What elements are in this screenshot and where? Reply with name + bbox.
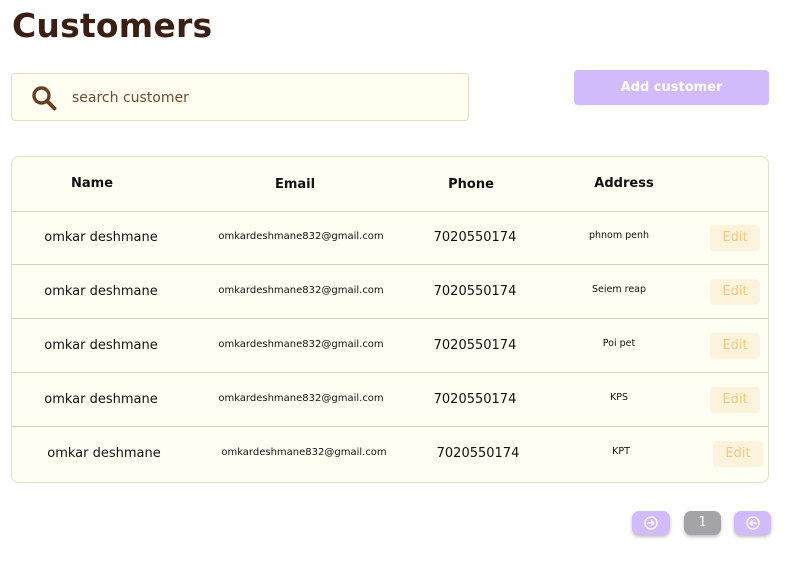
customer-address: phnom penh bbox=[588, 230, 650, 241]
customer-email: omkardeshmane832@gmail.com bbox=[221, 447, 387, 458]
pagination-prev-button[interactable] bbox=[734, 511, 771, 535]
customer-name: omkar deshmane bbox=[44, 284, 158, 299]
customer-email: omkardeshmane832@gmail.com bbox=[218, 339, 384, 350]
table-row: omkar deshmane omkardeshmane832@gmail.co… bbox=[12, 319, 768, 373]
column-header-name: Name bbox=[70, 176, 114, 191]
pagination-current-page[interactable]: 1 bbox=[684, 511, 721, 535]
table-header: Name Email Phone Address bbox=[12, 157, 768, 212]
search-box[interactable] bbox=[11, 73, 469, 121]
add-customer-button[interactable]: Add customer bbox=[574, 70, 769, 105]
customer-phone: 7020550174 bbox=[433, 392, 517, 407]
customers-table: Name Email Phone Address omkar deshmane … bbox=[11, 156, 769, 483]
page-title: Customers bbox=[12, 6, 213, 45]
table-row: omkar deshmane omkardeshmane832@gmail.co… bbox=[12, 427, 768, 481]
customer-phone: 7020550174 bbox=[436, 446, 520, 461]
customer-phone: 7020550174 bbox=[433, 230, 517, 245]
customer-name: omkar deshmane bbox=[44, 392, 158, 407]
customer-address: KPS bbox=[610, 392, 628, 403]
edit-button[interactable]: Edit bbox=[713, 441, 763, 467]
arrow-left-circle-icon bbox=[745, 516, 760, 530]
search-icon bbox=[32, 86, 57, 111]
search-input[interactable] bbox=[72, 86, 452, 110]
customer-address: Poi pet bbox=[602, 338, 636, 349]
arrow-right-circle-icon bbox=[644, 516, 658, 530]
table-row: omkar deshmane omkardeshmane832@gmail.co… bbox=[12, 211, 768, 265]
edit-button[interactable]: Edit bbox=[710, 333, 760, 359]
column-header-email: Email bbox=[274, 177, 316, 192]
edit-button[interactable]: Edit bbox=[710, 279, 760, 305]
customer-email: omkardeshmane832@gmail.com bbox=[218, 285, 384, 296]
customer-email: omkardeshmane832@gmail.com bbox=[218, 393, 384, 404]
pagination-next-button[interactable] bbox=[632, 511, 670, 535]
edit-button[interactable]: Edit bbox=[710, 225, 760, 251]
table-row: omkar deshmane omkardeshmane832@gmail.co… bbox=[12, 373, 768, 427]
customer-address: Seiem reap bbox=[591, 284, 647, 295]
customer-name: omkar deshmane bbox=[47, 446, 161, 461]
table-row: omkar deshmane omkardeshmane832@gmail.co… bbox=[12, 265, 768, 319]
customer-phone: 7020550174 bbox=[433, 284, 517, 299]
edit-button[interactable]: Edit bbox=[710, 387, 760, 413]
customer-name: omkar deshmane bbox=[44, 230, 158, 245]
customer-email: omkardeshmane832@gmail.com bbox=[218, 231, 384, 242]
customer-name: omkar deshmane bbox=[44, 338, 158, 353]
column-header-address: Address bbox=[594, 176, 654, 191]
customer-address: KPT bbox=[612, 446, 630, 457]
column-header-phone: Phone bbox=[448, 177, 494, 192]
customer-phone: 7020550174 bbox=[433, 338, 517, 353]
